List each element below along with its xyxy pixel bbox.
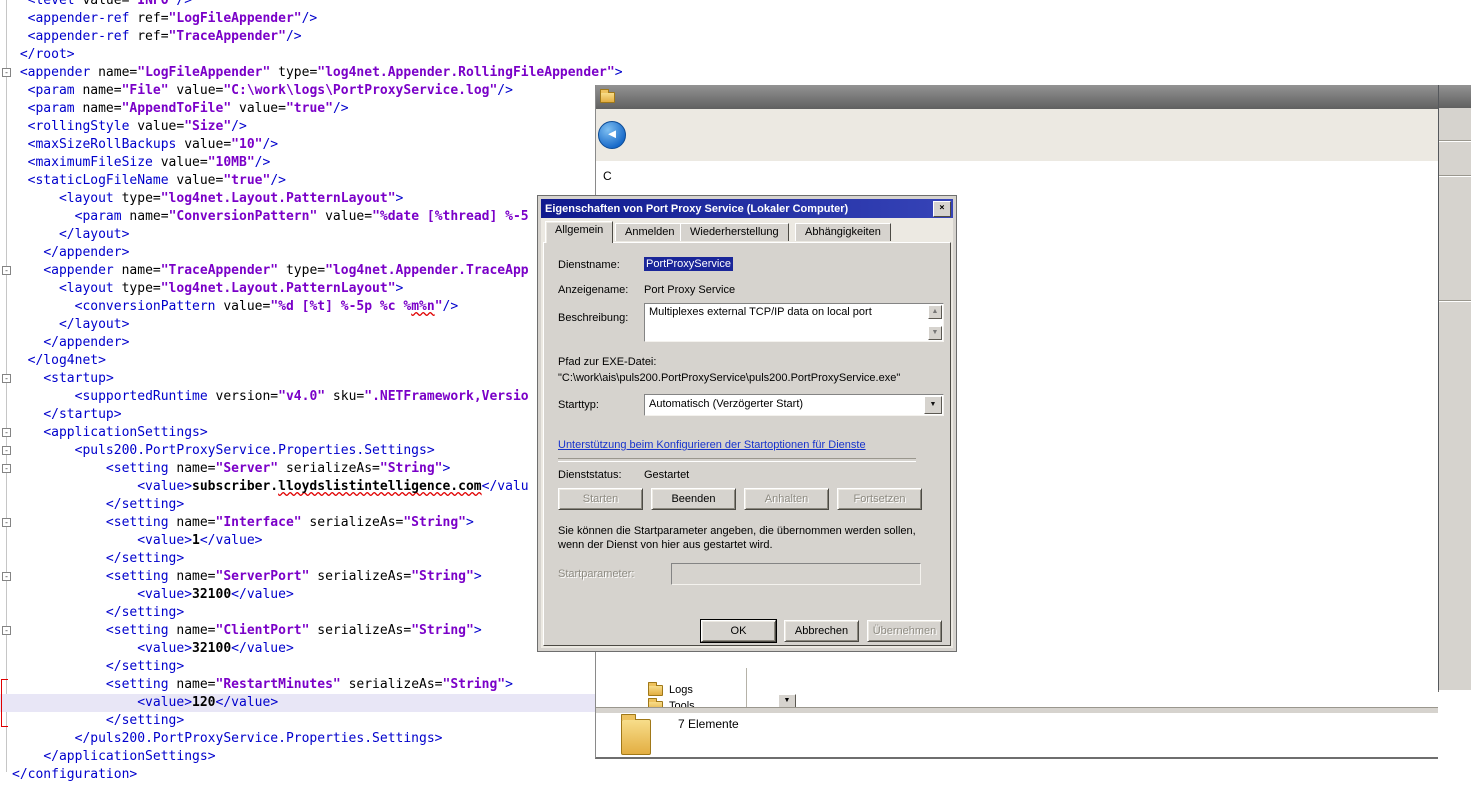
code-line: <appender-ref ref="LogFileAppender"/> [0, 10, 1471, 28]
service-status-value: Gestartet [644, 469, 689, 481]
chevron-down-icon[interactable]: ▼ [924, 396, 942, 414]
starten-button[interactable]: Starten [558, 488, 643, 510]
folder-item-label: Logs [669, 684, 693, 696]
changed-lines-marker [1, 679, 8, 727]
description-text: Multiplexes external TCP/IP data on loca… [649, 306, 925, 318]
code-line: </configuration> [0, 766, 1471, 784]
ubernehmen-button[interactable]: Übernehmen [867, 620, 942, 642]
dialog-titlebar[interactable]: Eigenschaften von Port Proxy Service (Lo… [541, 199, 953, 218]
background-window-edge [1437, 85, 1471, 690]
anhalten-button[interactable]: Anhalten [744, 488, 829, 510]
scroll-up-icon[interactable]: ▲ [928, 305, 942, 319]
tab-wiederherstellung[interactable]: Wiederherstellung [680, 223, 789, 241]
explorer-statusbar: 7 Elemente [596, 713, 1438, 755]
scroll-down-icon[interactable]: ▼ [928, 326, 942, 340]
abbrechen-button[interactable]: Abbrechen [784, 620, 859, 642]
code-line: <appender-ref ref="TraceAppender"/> [0, 28, 1471, 46]
field-label: Starttyp: [558, 399, 599, 411]
start-parameters-note: Sie können die Startparameter angeben, d… [558, 524, 936, 552]
description-field[interactable]: Multiplexes external TCP/IP data on loca… [644, 303, 944, 342]
fold-collapse-icon[interactable]: - [2, 446, 11, 455]
screen: <level value="INFO"/> <appender-ref ref=… [0, 0, 1471, 787]
folder-item[interactable]: Logs [648, 684, 693, 696]
back-icon[interactable]: ◄ [598, 121, 626, 149]
fold-collapse-icon[interactable]: - [2, 68, 11, 77]
explorer-titlebar[interactable] [596, 85, 1438, 109]
fold-collapse-icon[interactable]: - [2, 266, 11, 275]
dialog-title: Eigenschaften von Port Proxy Service (Lo… [545, 203, 848, 215]
pane-divider[interactable] [746, 668, 747, 707]
explorer-toolbar: ◄ C [596, 109, 1438, 161]
tab-anmelden[interactable]: Anmelden [615, 223, 685, 241]
beenden-button[interactable]: Beenden [651, 488, 736, 510]
field-label: Anzeigename: [558, 284, 628, 296]
startup-options-link[interactable]: Unterstützung beim Konfigurieren der Sta… [558, 439, 866, 451]
fortsetzen-button[interactable]: Fortsetzen [837, 488, 922, 510]
close-icon[interactable]: × [933, 201, 951, 217]
folder-icon [600, 92, 615, 103]
address-text: C [603, 169, 612, 183]
fold-collapse-icon[interactable]: - [2, 428, 11, 437]
code-line: </root> [0, 46, 1471, 64]
fold-collapse-icon[interactable]: - [2, 464, 11, 473]
code-line: <level value="INFO"/> [0, 0, 1471, 10]
exe-path-value: "C:\work\ais\puls200.PortProxyService\pu… [558, 372, 900, 384]
field-label: Dienstname: [558, 259, 620, 271]
field-label: Pfad zur EXE-Datei: [558, 356, 656, 368]
properties-dialog: Eigenschaften von Port Proxy Service (Lo… [537, 195, 957, 652]
service-name-value[interactable]: PortProxyService [644, 257, 733, 271]
fold-collapse-icon[interactable]: - [2, 518, 11, 527]
divider [558, 458, 916, 462]
fold-collapse-icon[interactable]: - [2, 572, 11, 581]
fold-collapse-icon[interactable]: - [2, 626, 11, 635]
start-parameters-input[interactable] [671, 563, 921, 585]
folder-icon [621, 719, 651, 755]
item-count: 7 Elemente [678, 717, 739, 731]
display-name-value: Port Proxy Service [644, 284, 735, 296]
startup-type-value: Automatisch (Verzögerter Start) [649, 398, 803, 410]
folder-icon [648, 685, 663, 696]
field-label: Dienststatus: [558, 469, 622, 481]
ok-button[interactable]: OK [701, 620, 776, 642]
tab-abhängigkeiten[interactable]: Abhängigkeiten [795, 223, 891, 241]
tab-allgemein[interactable]: Allgemein [545, 221, 613, 243]
field-label: Beschreibung: [558, 312, 628, 324]
fold-collapse-icon[interactable]: - [2, 374, 11, 383]
startup-type-select[interactable]: Automatisch (Verzögerter Start) ▼ [644, 394, 944, 416]
field-label: Startparameter: [558, 568, 634, 580]
code-line: <appender name="LogFileAppender" type="l… [0, 64, 1471, 82]
